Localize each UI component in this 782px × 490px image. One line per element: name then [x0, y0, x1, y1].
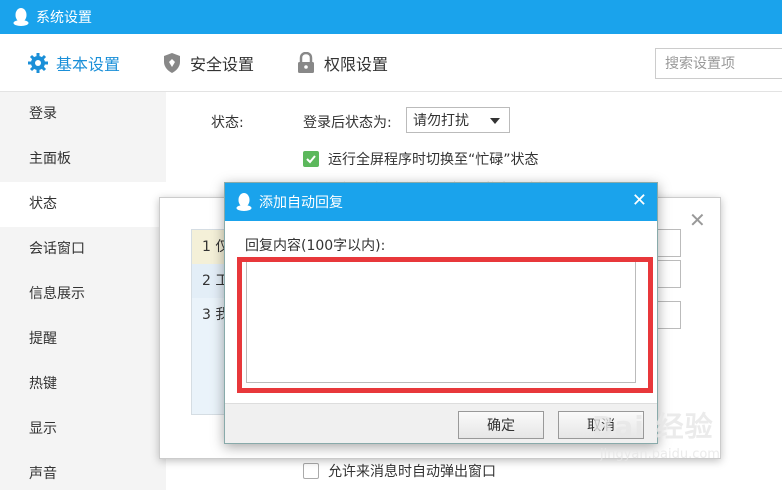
watermark-brand: Bai 经验: [592, 410, 714, 443]
reply-content-label: 回复内容(100字以内):: [245, 238, 386, 254]
qq-logo-icon: [236, 193, 252, 211]
gear-icon: [28, 53, 48, 73]
sidebar-item-reminder[interactable]: 提醒: [0, 317, 166, 362]
sidebar-item-main-panel[interactable]: 主面板: [0, 137, 166, 182]
auto-popup-label: 允许来消息时自动弹出窗口: [328, 464, 496, 480]
status-section-label: 状态:: [211, 115, 244, 131]
list-action-button[interactable]: [657, 301, 681, 329]
close-icon[interactable]: ✕: [689, 208, 706, 232]
window-title: 系统设置: [36, 10, 92, 26]
sidebar-item-info-display[interactable]: 信息展示: [0, 272, 166, 317]
reply-content-textarea[interactable]: [246, 261, 636, 383]
dialog-title-bar: 添加自动回复: [225, 183, 657, 221]
status-select-value: 请勿打扰: [413, 113, 469, 129]
status-select[interactable]: 请勿打扰: [406, 107, 510, 133]
confirm-button[interactable]: 确定: [458, 411, 544, 439]
watermark-url: jingyan.baidu.com: [600, 447, 720, 462]
sidebar-item-login[interactable]: 登录: [0, 92, 166, 137]
tab-permission-label: 权限设置: [324, 55, 389, 74]
tab-permission-settings[interactable]: 权限设置: [296, 34, 388, 92]
tab-security-settings[interactable]: 安全设置: [162, 34, 254, 92]
baidu-watermark: Bai 经验 jingyan.baidu.com: [592, 405, 720, 462]
sidebar-item-chat-window[interactable]: 会话窗口: [0, 227, 166, 272]
tab-basic-label: 基本设置: [56, 55, 121, 74]
fullscreen-busy-option[interactable]: 运行全屏程序时切换至“忙碌”状态: [303, 149, 539, 169]
close-icon[interactable]: ✕: [632, 191, 647, 211]
after-login-status-label: 登录后状态为:: [303, 115, 392, 131]
sidebar-item-status[interactable]: 状态: [0, 182, 166, 227]
list-action-button[interactable]: [657, 260, 681, 288]
lock-icon: [298, 52, 314, 73]
tab-bar: 基本设置 安全设置 权限设置: [0, 34, 782, 92]
tab-basic-settings[interactable]: 基本设置: [28, 34, 120, 92]
qq-logo-icon: [13, 8, 29, 26]
shield-icon: [164, 53, 180, 73]
tab-security-label: 安全设置: [190, 55, 255, 74]
auto-popup-checkbox[interactable]: [303, 463, 319, 479]
dialog-title: 添加自动回复: [259, 195, 343, 211]
fullscreen-busy-label: 运行全屏程序时切换至“忙碌”状态: [328, 152, 539, 168]
checkmark-icon: [306, 155, 316, 164]
sidebar-item-sound[interactable]: 声音: [0, 452, 166, 490]
list-action-button[interactable]: [657, 229, 681, 257]
fullscreen-busy-checkbox[interactable]: [303, 151, 319, 167]
title-bar: 系统设置: [0, 0, 782, 34]
search-input[interactable]: [655, 48, 782, 79]
sidebar: 登录 主面板 状态 会话窗口 信息展示 提醒 热键 显示 声音: [0, 92, 166, 490]
sidebar-item-display[interactable]: 显示: [0, 407, 166, 452]
sidebar-item-hotkey[interactable]: 热键: [0, 362, 166, 407]
auto-popup-option[interactable]: 允许来消息时自动弹出窗口: [303, 461, 496, 481]
chevron-down-icon: [490, 118, 500, 124]
